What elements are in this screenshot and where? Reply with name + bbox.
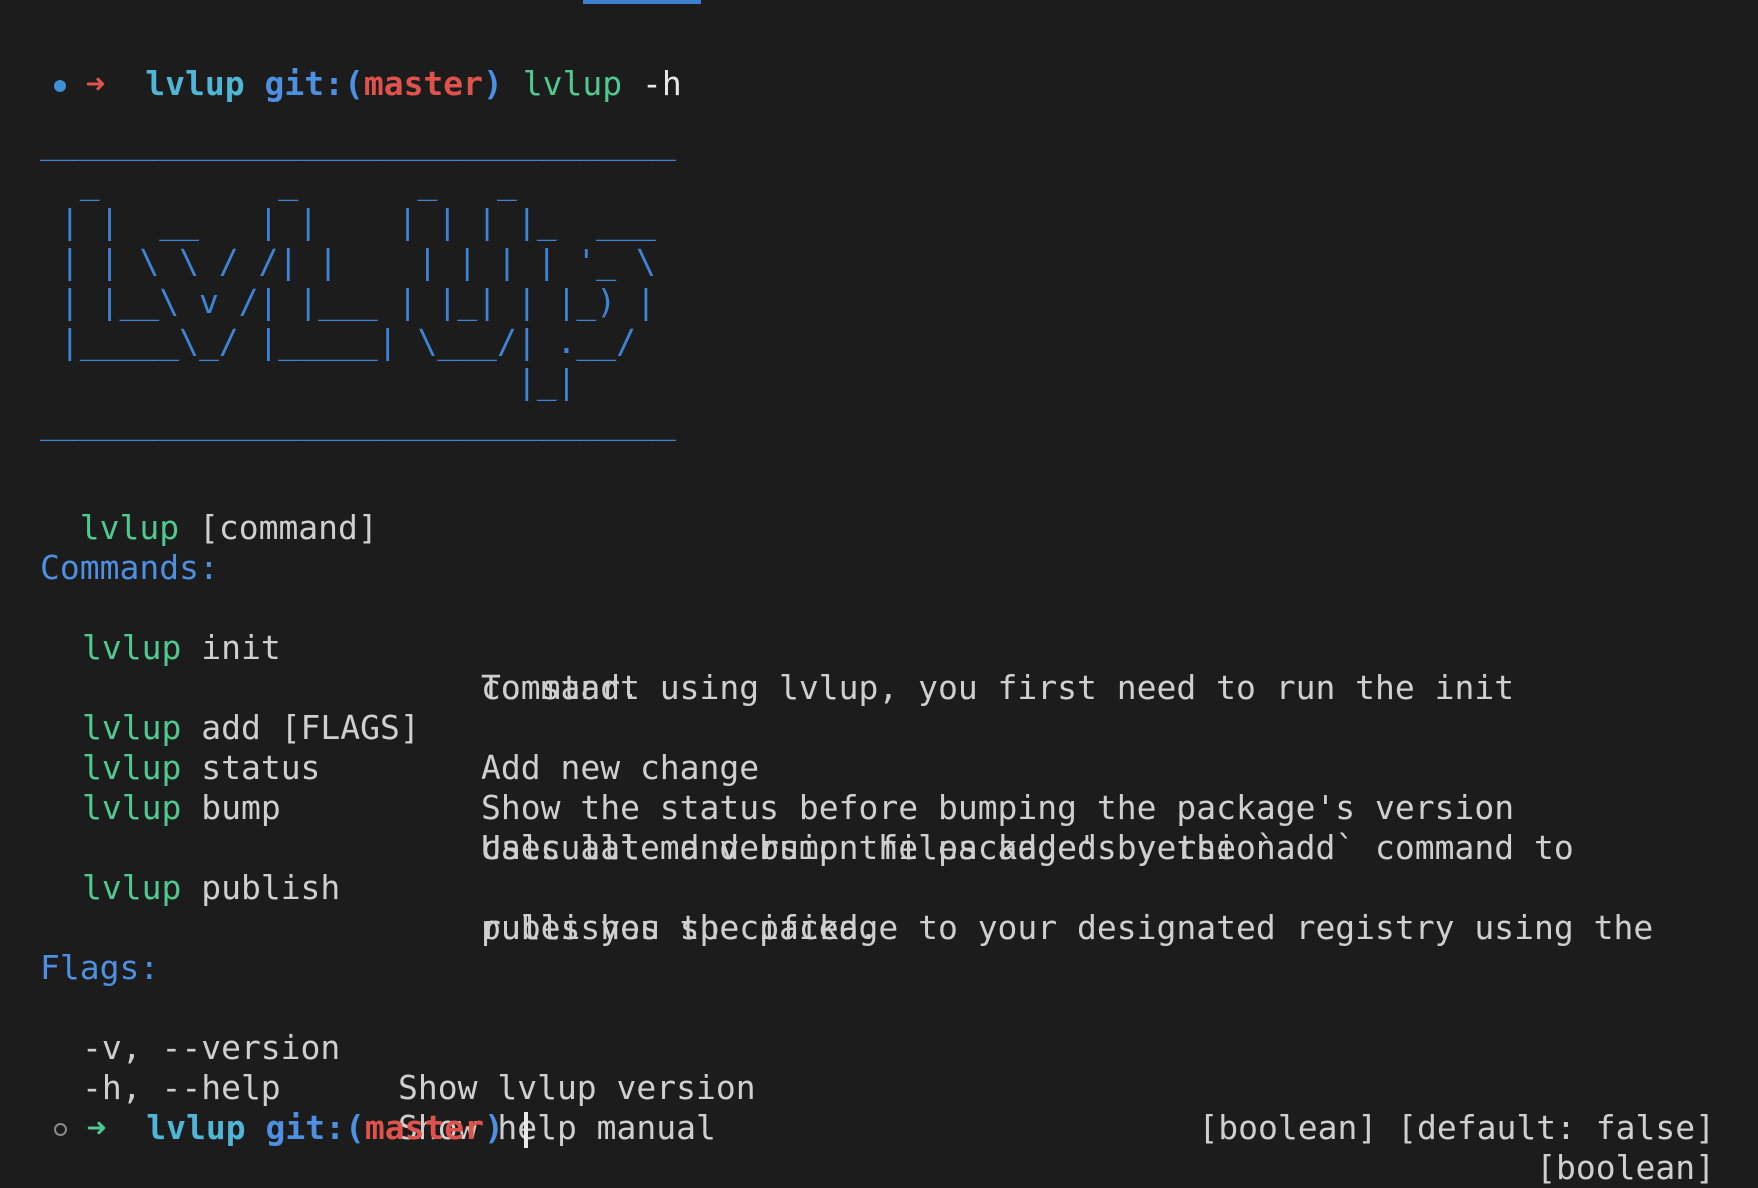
prompt-paren-close: )	[483, 64, 503, 103]
prompt-directory: lvlup	[146, 1108, 246, 1147]
command-desc-cont: rules you specified.	[481, 908, 879, 947]
command-row: lvlup status Show the status before bump…	[0, 708, 1758, 827]
command-row: lvlup add [FLAGS] Add new change	[0, 668, 1758, 787]
prompt-branch: master	[363, 64, 484, 103]
flag-row: -v, --version Show lvlup version [boolea…	[0, 988, 1758, 1147]
prompt-paren-open: (	[343, 64, 364, 103]
prompt-directory: lvlup	[145, 64, 245, 103]
prompt-branch: master	[364, 1108, 485, 1147]
flag-meta: [boolean]	[1536, 1148, 1715, 1187]
prompt-status-dot	[53, 79, 66, 92]
command-row-cont: rules you specified.	[0, 868, 1758, 947]
prompt-paren-open: (	[344, 1108, 365, 1147]
prompt-arrow-icon: ➜	[86, 1108, 107, 1147]
prompt-line-2[interactable]: ➜ lvlup git:(master)	[14, 1068, 528, 1148]
prompt-status-dot	[53, 1123, 67, 1136]
active-tab-indicator	[583, 0, 701, 4]
usage-prog: lvlup	[79, 508, 180, 547]
command-row-cont: command.	[0, 628, 1758, 707]
flag-row: -h, --help Show help manual [boolean]	[0, 1028, 1758, 1187]
command-row: lvlup init To start using lvlup, you fir…	[0, 588, 1758, 707]
command-row-cont: calculate and bump the package's version	[0, 788, 1758, 867]
flags-header: Flags:	[40, 948, 160, 987]
typed-args: -h	[642, 64, 682, 103]
flag-meta: [boolean] [default: false]	[1198, 1108, 1715, 1147]
commands-header: Commands:	[40, 548, 219, 587]
prompt-git-label: git:	[264, 64, 344, 103]
usage-line: lvlup [command]	[40, 468, 378, 547]
prompt-paren-close: )	[484, 1108, 504, 1147]
lvlup-ascii-banner: ________________________________ _ _ _ _…	[40, 122, 676, 441]
terminal-cursor[interactable]	[523, 1111, 528, 1148]
command-row: lvlup bump Uses all md version files add…	[0, 748, 1758, 867]
command-row: lvlup publish publishes the package to y…	[0, 828, 1758, 947]
prompt-arrow-icon: ➜	[85, 64, 106, 103]
prompt-line-1: ➜ lvlup git:(master) lvlup -h	[14, 24, 682, 103]
usage-arg: [command]	[198, 508, 378, 547]
prompt-git-label: git:	[265, 1108, 345, 1147]
typed-command: lvlup	[522, 64, 623, 103]
